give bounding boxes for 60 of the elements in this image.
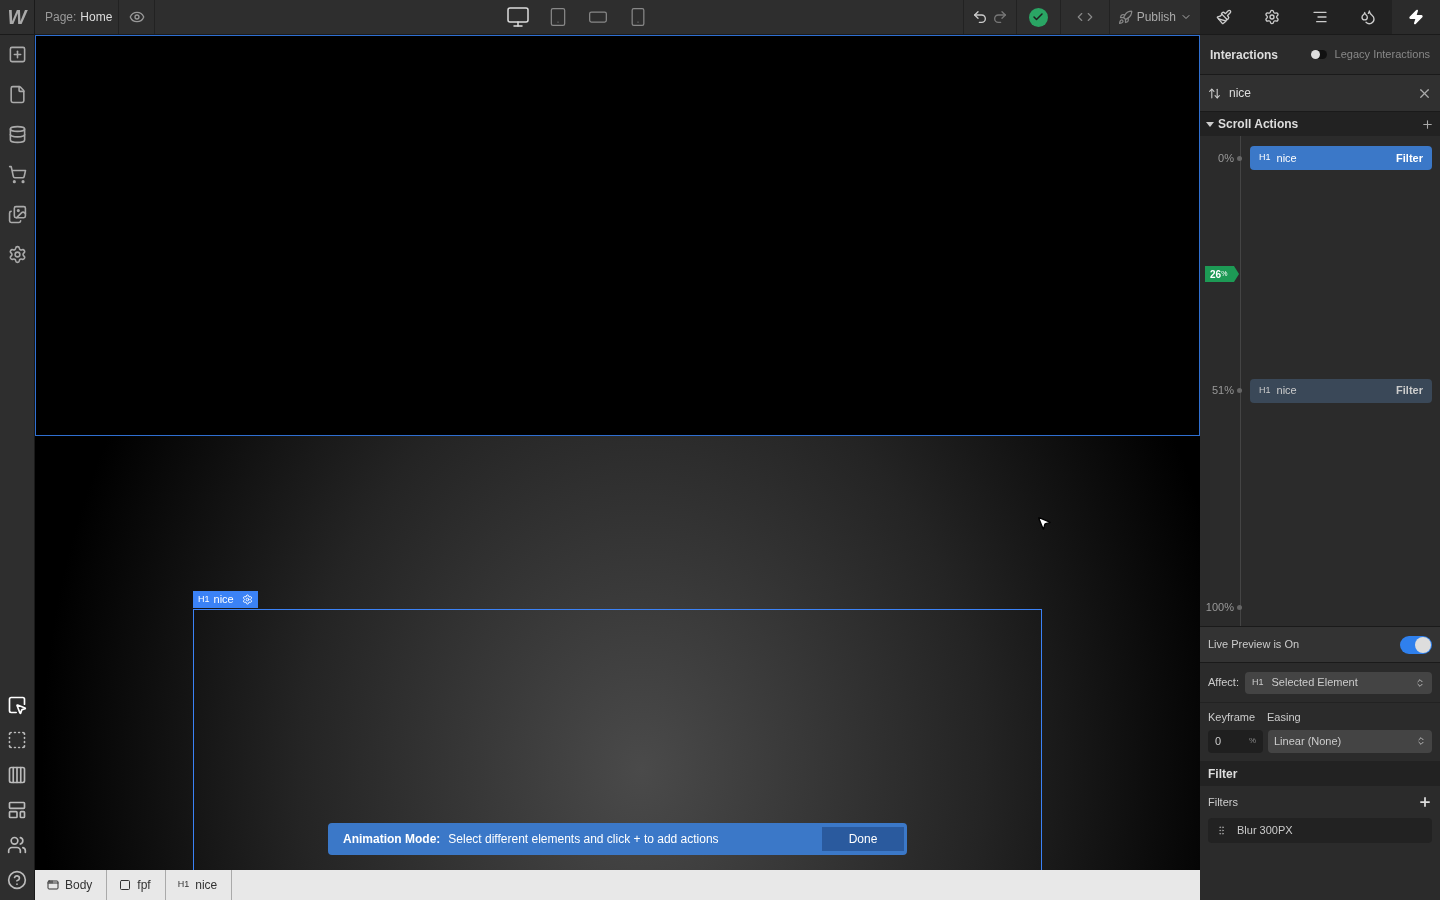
keyframe-percent: 100% — [1204, 599, 1234, 615]
select-icon[interactable] — [7, 695, 27, 715]
updown-icon — [1416, 736, 1426, 746]
field-label: Easing — [1267, 710, 1301, 725]
help-icon[interactable] — [7, 870, 27, 890]
tag-label: H1 — [198, 592, 210, 606]
drag-icon[interactable] — [1216, 825, 1227, 836]
window-icon — [47, 879, 59, 891]
layout-icon[interactable] — [7, 800, 27, 820]
trigger-name: nice — [1229, 85, 1252, 102]
section-header[interactable]: Scroll Actions — [1200, 112, 1440, 136]
field-label: Keyframe — [1208, 710, 1257, 725]
square-icon — [119, 879, 132, 891]
add-icon[interactable] — [1418, 794, 1432, 809]
field-label: Filters — [1208, 794, 1238, 810]
people-icon[interactable] — [7, 835, 27, 855]
keyframe-percent: 0% — [1217, 150, 1234, 166]
section-title: Filter — [1208, 765, 1238, 783]
toggle-switch[interactable] — [1400, 635, 1432, 654]
laptop-icon[interactable] — [505, 5, 530, 29]
breadcrumb-item[interactable]: H1 nice — [165, 870, 233, 900]
undo-icon[interactable] — [971, 9, 988, 25]
toggle-switch[interactable] — [1310, 50, 1327, 59]
keyframe-action[interactable]: H1 nice Filter — [1250, 378, 1432, 403]
element-label[interactable]: H1 nice — [193, 591, 258, 608]
database-icon[interactable] — [7, 125, 27, 144]
preview-icon[interactable] — [128, 9, 145, 25]
settings-icon[interactable] — [7, 245, 27, 264]
add-icon[interactable] — [1421, 117, 1434, 131]
field-label: Affect: — [1208, 675, 1239, 691]
cart-icon[interactable] — [7, 165, 27, 184]
toggle-label: Legacy Interactions — [1334, 47, 1430, 63]
element-name: nice — [213, 592, 234, 608]
keyframe-action[interactable]: H1 nice Filter — [1250, 146, 1432, 170]
bars-icon[interactable] — [7, 765, 27, 785]
done-button[interactable]: Done — [822, 827, 904, 851]
keyframe-input[interactable]: 0 % — [1208, 729, 1263, 753]
affect-select[interactable]: H1 Selected Element — [1245, 671, 1432, 694]
page-name[interactable]: Home — [80, 8, 113, 26]
dashed-eye-icon[interactable] — [7, 730, 27, 750]
logo[interactable]: W — [0, 0, 35, 34]
filter-item[interactable]: Blur 300PX — [1208, 818, 1432, 843]
check-icon[interactable] — [1028, 7, 1048, 27]
banner-title: Animation Mode: — [343, 831, 441, 848]
banner-message: Select different elements and click + to add actions — [448, 831, 720, 848]
updown-icon — [1415, 677, 1425, 688]
panel-title: Interactions — [1210, 46, 1278, 64]
scroll-icon — [1208, 86, 1221, 100]
keyframe-percent: 51% — [1210, 383, 1234, 399]
rocket-icon — [1117, 9, 1133, 25]
easing-select[interactable]: Linear (None) — [1268, 729, 1432, 753]
toggle-label: Live Preview is On — [1208, 637, 1300, 653]
lightning-icon[interactable] — [1392, 0, 1440, 34]
breadcrumb-item[interactable]: Body — [35, 870, 108, 900]
page-label: Page: — [45, 9, 77, 26]
images-icon[interactable] — [7, 205, 27, 224]
breadcrumb-item[interactable]: fpf — [107, 870, 166, 900]
add-icon[interactable] — [7, 45, 27, 64]
cursor-icon — [1036, 515, 1052, 531]
page-icon[interactable] — [7, 85, 27, 104]
